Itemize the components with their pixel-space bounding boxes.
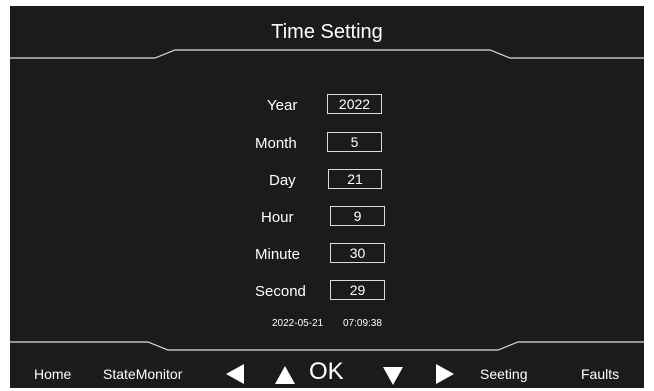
right-arrow-icon[interactable] <box>436 364 454 384</box>
minute-label: Minute <box>255 246 301 263</box>
year-label: Year <box>267 97 298 114</box>
year-input[interactable]: 2022 <box>327 94 382 114</box>
down-arrow-icon[interactable] <box>383 367 403 385</box>
faults-button[interactable]: Faults <box>581 366 619 382</box>
month-label: Month <box>255 135 297 152</box>
day-input[interactable]: 21 <box>328 169 382 189</box>
current-time: 07:09:38 <box>343 318 382 329</box>
up-arrow-icon[interactable] <box>275 366 295 384</box>
footer-divider <box>10 341 644 351</box>
header-divider <box>10 49 644 59</box>
state-monitor-button[interactable]: StateMonitor <box>103 366 182 382</box>
hour-label: Hour <box>261 209 294 226</box>
minute-input[interactable]: 30 <box>330 243 385 263</box>
current-date: 2022-05-21 <box>272 318 324 329</box>
left-arrow-icon[interactable] <box>226 364 244 384</box>
hmi-screen: Time Setting Year 2022 Month 5 Day 21 Ho… <box>10 6 644 388</box>
month-input[interactable]: 5 <box>327 132 382 152</box>
seeting-button[interactable]: Seeting <box>480 366 527 382</box>
second-input[interactable]: 29 <box>330 280 385 300</box>
ok-button[interactable]: OK <box>309 358 344 386</box>
hour-input[interactable]: 9 <box>330 206 385 226</box>
day-label: Day <box>269 172 296 189</box>
second-label: Second <box>255 283 306 300</box>
home-button[interactable]: Home <box>34 366 71 382</box>
page-title: Time Setting <box>271 21 383 43</box>
